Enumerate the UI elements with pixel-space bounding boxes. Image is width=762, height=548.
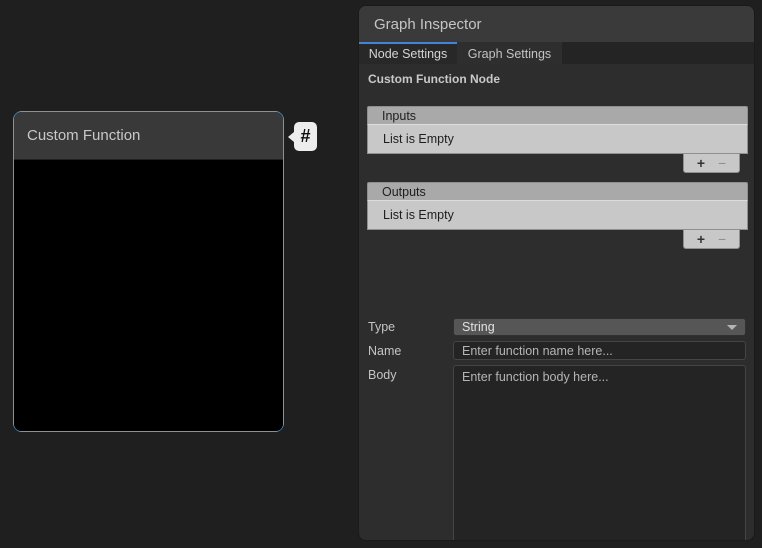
tab-node-settings-label: Node Settings xyxy=(369,47,448,61)
node-title-bar[interactable]: Custom Function xyxy=(14,112,283,160)
graph-inspector-panel: Graph Inspector Node Settings Graph Sett… xyxy=(358,5,755,541)
outputs-list-header: Outputs xyxy=(367,182,748,201)
inputs-list-header: Inputs xyxy=(367,106,748,125)
function-body-textarea[interactable] xyxy=(453,365,746,541)
outputs-add-button[interactable]: + xyxy=(697,232,705,246)
outputs-list-footer: + − xyxy=(683,230,740,249)
outputs-header-label: Outputs xyxy=(382,185,426,199)
node-hash-badge[interactable]: # xyxy=(294,122,317,151)
inputs-empty-label: List is Empty xyxy=(383,132,454,146)
inputs-list-footer: + − xyxy=(683,154,740,173)
node-preview-area xyxy=(14,161,283,431)
body-field-label: Body xyxy=(368,368,397,382)
inspector-content: Custom Function Node Inputs List is Empt… xyxy=(359,64,754,540)
tab-node-settings[interactable]: Node Settings xyxy=(359,42,457,64)
inputs-header-label: Inputs xyxy=(382,109,416,123)
inputs-list-empty-row: List is Empty xyxy=(367,125,748,154)
outputs-list: Outputs List is Empty + − xyxy=(367,182,748,249)
hash-icon: # xyxy=(300,126,310,147)
name-field-label: Name xyxy=(368,344,401,358)
outputs-empty-label: List is Empty xyxy=(383,208,454,222)
outputs-remove-button[interactable]: − xyxy=(718,232,726,246)
type-dropdown-value: String xyxy=(462,320,495,334)
tab-graph-settings-label: Graph Settings xyxy=(468,47,551,61)
outputs-list-empty-row: List is Empty xyxy=(367,201,748,230)
type-dropdown[interactable]: String xyxy=(453,318,746,336)
inputs-add-button[interactable]: + xyxy=(697,156,705,170)
inputs-list: Inputs List is Empty + − xyxy=(367,106,748,173)
badge-tail-icon xyxy=(288,132,294,142)
section-title: Custom Function Node xyxy=(368,72,500,86)
type-field-label: Type xyxy=(368,320,395,334)
panel-title: Graph Inspector xyxy=(374,16,482,33)
function-name-input[interactable] xyxy=(453,341,746,360)
inputs-remove-button[interactable]: − xyxy=(718,156,726,170)
node-title-label: Custom Function xyxy=(27,127,140,144)
chevron-down-icon xyxy=(727,325,737,330)
tab-graph-settings[interactable]: Graph Settings xyxy=(457,42,562,64)
tab-bar: Node Settings Graph Settings xyxy=(359,42,754,64)
custom-function-node[interactable]: Custom Function xyxy=(13,111,284,432)
panel-header[interactable]: Graph Inspector xyxy=(359,6,754,42)
